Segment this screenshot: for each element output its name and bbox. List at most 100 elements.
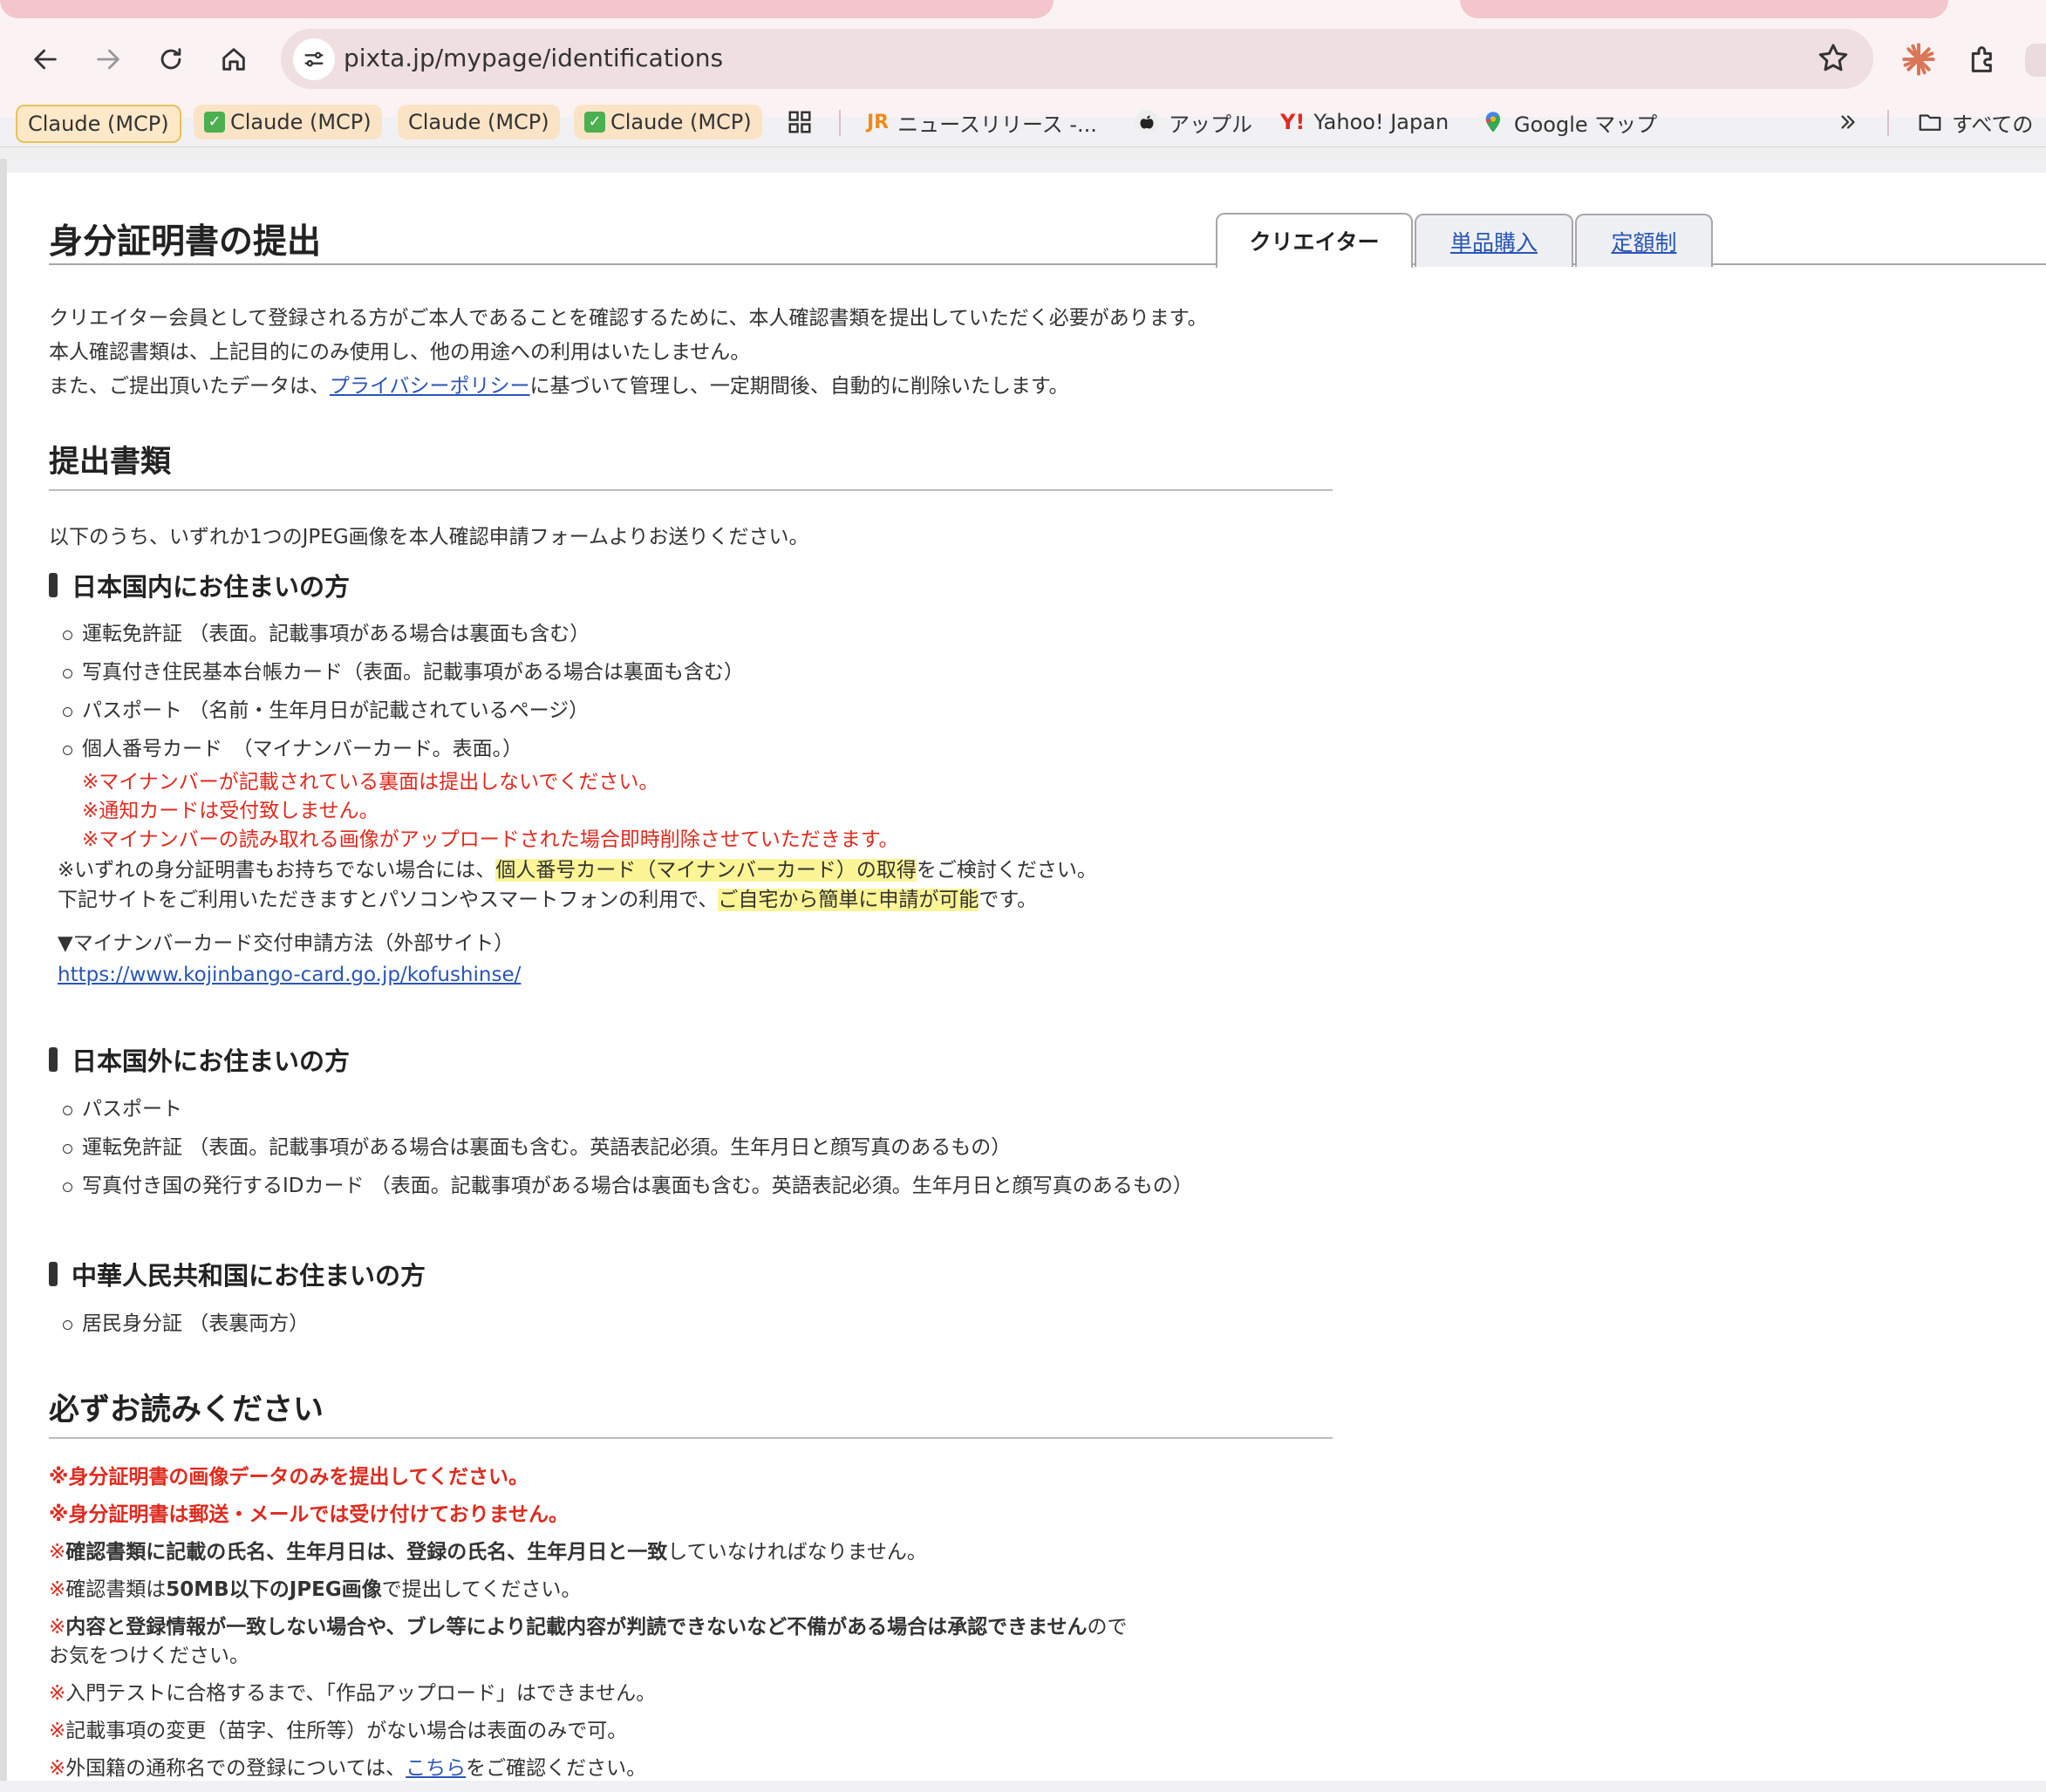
tab-label[interactable]: 定額制 [1611,226,1676,257]
overseas-heading: 日本国外にお住まいの方 [49,1041,350,1078]
claude-icon[interactable] [1901,42,1936,77]
domestic-document-list: 運転免許証 （表面。記載事項がある場合は裏面も含む） 写真付き住民基本台帳カード… [61,615,899,855]
bookmark-separator [1887,110,1889,136]
apple-logo-icon [1134,109,1160,135]
profile-edge[interactable] [2025,44,2046,77]
heading-rule [49,489,1333,491]
bookmark-claude-mcp-1[interactable]: Claude (MCP) [16,105,181,143]
reload-icon[interactable] [153,42,188,77]
jr-logo-icon: JR [867,111,890,133]
url-text[interactable]: pixta.jp/mypage/identifications [344,44,723,72]
map-pin-icon [1481,110,1505,134]
page-top-band [0,146,2046,160]
tab-subscription[interactable]: 定額制 [1575,214,1713,267]
folder-icon [1917,109,1943,135]
external-site-info: ▼マイナンバーカード交付申請方法（外部サイト） https://www.koji… [58,928,521,991]
intro-text: クリエイター会員として登録される方がご本人であることを確認するために、本人確認書… [49,302,1207,404]
extensions-icon[interactable] [1966,42,2001,77]
bookmarks-bar: Claude (MCP) ✓ Claude (MCP) Claude (MCP)… [0,101,2046,146]
external-site-label: ▼マイナンバーカード交付申請方法（外部サイト） [58,932,515,955]
tab-single-purchase[interactable]: 単品購入 [1415,214,1573,267]
documents-lead: 以下のうち、いずれか1つのJPEG画像を本人確認申請フォームよりお送りください。 [49,526,809,549]
tabs-divider [49,263,2046,265]
bookmark-label: ニュースリリース -... [897,112,1097,137]
china-document-list: 居民身分証 （表裏両方） [61,1305,309,1343]
bookmark-label: Yahoo! Japan [1313,110,1449,134]
bookmark-label: Claude (MCP) [28,112,169,136]
identification-page: 身分証明書の提出 クリエイター 単品購入 定額制 クリエイター会員として登録され… [7,173,2046,1781]
bookmark-google-maps[interactable]: Google マップ [1481,105,1657,140]
yahoo-logo-icon: Y! [1280,110,1306,134]
heading-rule [49,1437,1333,1439]
foreign-name-info-link[interactable]: こちら [406,1757,466,1780]
list-item: パスポート （名前・生年月日が記載されているページ） [61,692,899,730]
bookmark-label: Claude (MCP) [230,110,372,134]
domestic-heading: 日本国内にお住まいの方 [49,567,350,603]
home-icon[interactable] [216,42,251,77]
heading-bar [49,573,58,597]
bookmark-all-folder[interactable]: すべての [1917,105,2033,140]
suggestion-line: ※いずれの身分証明書もお持ちでない場合には、個人番号カード（マイナンバーカード）… [58,859,1097,882]
bookmark-label: Google マップ [1514,112,1658,137]
mynumber-warning: ※通知カードは受付致しません。 [82,800,379,822]
browser-tab[interactable] [0,0,1054,18]
list-item: パスポート [61,1090,1193,1128]
chevron-double-right-icon[interactable] [1837,105,1859,140]
site-info-icon[interactable] [293,38,335,80]
mynumber-warning: ※マイナンバーが記載されている裏面は提出しないでください。 [82,771,659,794]
notice-item: ※確認書類は50MB以下のJPEG画像で提出してください。 [49,1578,582,1601]
notice-heading: 必ずお読みください [49,1393,324,1427]
checkmark-icon: ✓ [204,112,225,133]
notice-item: ※外国籍の通称名での登録については、こちらをご確認ください。 [49,1757,647,1780]
tab-label[interactable]: 単品購入 [1450,226,1538,257]
notice-list: ※身分証明書の画像データのみを提出してください。 ※身分証明書は郵送・メールでは… [49,1463,1127,1792]
notice-item: ※身分証明書は郵送・メールでは受け付けておりません。 [49,1503,569,1526]
heading-bar [49,1262,58,1286]
notice-item: ※身分証明書の画像データのみを提出してください。 [49,1466,529,1489]
bookmark-news-release[interactable]: JR ニュースリリース -... [867,105,1097,140]
intro-line: クリエイター会員として登録される方がご本人であることを確認するために、本人確認書… [49,307,1208,330]
bookmark-separator [839,110,841,136]
china-heading: 中華人民共和国にお住まいの方 [49,1256,426,1292]
side-panel-edge [0,159,7,1781]
mynumber-warning: ※マイナンバーの読み取れる画像がアップロードされた場合即時削除させていただきます… [82,828,899,851]
tab-label: クリエイター [1249,229,1380,255]
bookmark-label: アップル [1169,112,1252,137]
notice-item: ※確認書類に記載の氏名、生年月日は、登録の氏名、生年月日と一致していなければなり… [49,1541,927,1564]
documents-heading: 提出書類 [49,445,172,480]
bookmark-label: すべての [1952,112,2034,137]
back-icon[interactable] [28,42,63,77]
bookmark-label: Claude (MCP) [408,110,549,134]
mynumber-suggestion: ※いずれの身分証明書もお持ちでない場合には、個人番号カード（マイナンバーカード）… [58,855,1097,915]
notice-item: ※記載事項の変更（苗字、住所等）がない場合は表面のみで可。 [49,1720,628,1742]
bookmark-apple[interactable]: アップル [1134,105,1252,140]
intro-line: 本人確認書類は、上記目的にのみ使用し、他の用途への利用はいたしません。 [49,341,751,364]
notice-item: ※内容と登録情報が一致しない場合や、ブレ等により記載内容が判読できないなど不備が… [49,1616,1128,1667]
list-item: 写真付き住民基本台帳カード（表面。記載事項がある場合は裏面も含む） [61,653,899,692]
bookmark-claude-mcp-4[interactable]: ✓ Claude (MCP) [574,105,762,140]
list-item: 運転免許証 （表面。記載事項がある場合は裏面も含む。英語表記必須。生年月日と顔写… [61,1128,1193,1167]
bookmark-yahoo-japan[interactable]: Y! Yahoo! Japan [1280,105,1449,140]
browser-tab[interactable] [1460,0,1948,18]
bookmark-claude-mcp-2[interactable]: ✓ Claude (MCP) [194,105,382,140]
list-item: 個人番号カード （マイナンバーカード。表面。） [61,730,899,768]
apps-grid-icon[interactable] [787,105,813,140]
page-title: 身分証明書の提出 [49,222,322,262]
bookmark-claude-mcp-3[interactable]: Claude (MCP) [398,105,560,140]
list-item: 運転免許証 （表面。記載事項がある場合は裏面も含む） [61,615,899,653]
mynumber-application-link[interactable]: https://www.kojinbango-card.go.jp/kofush… [58,964,521,986]
bookmark-label: Claude (MCP) [610,110,752,134]
notice-item: ※入門テストに合格するまで、「作品アップロード」はできません。 [49,1682,657,1705]
overseas-document-list: パスポート 運転免許証 （表面。記載事項がある場合は裏面も含む。英語表記必須。生… [61,1090,1193,1205]
bookmark-star-icon[interactable] [1816,41,1851,76]
heading-bar [49,1047,58,1072]
privacy-policy-link[interactable]: プライバシーポリシー [330,375,530,398]
list-item: 居民身分証 （表裏両方） [61,1305,309,1343]
intro-line: また、ご提出頂いたデータは、プライバシーポリシーに基づいて管理し、一定期間後、自… [49,375,1069,398]
address-bar[interactable]: pixta.jp/mypage/identifications [281,29,1873,89]
checkmark-icon: ✓ [584,112,605,133]
list-item: 写真付き国の発行するIDカード （表面。記載事項がある場合は裏面も含む。英語表記… [61,1167,1193,1205]
forward-icon[interactable] [91,42,126,77]
tab-creator[interactable]: クリエイター [1216,213,1413,269]
suggestion-line: 下記サイトをご利用いただきますとパソコンやスマートフォンの利用で、ご自宅から簡単… [58,889,1038,911]
